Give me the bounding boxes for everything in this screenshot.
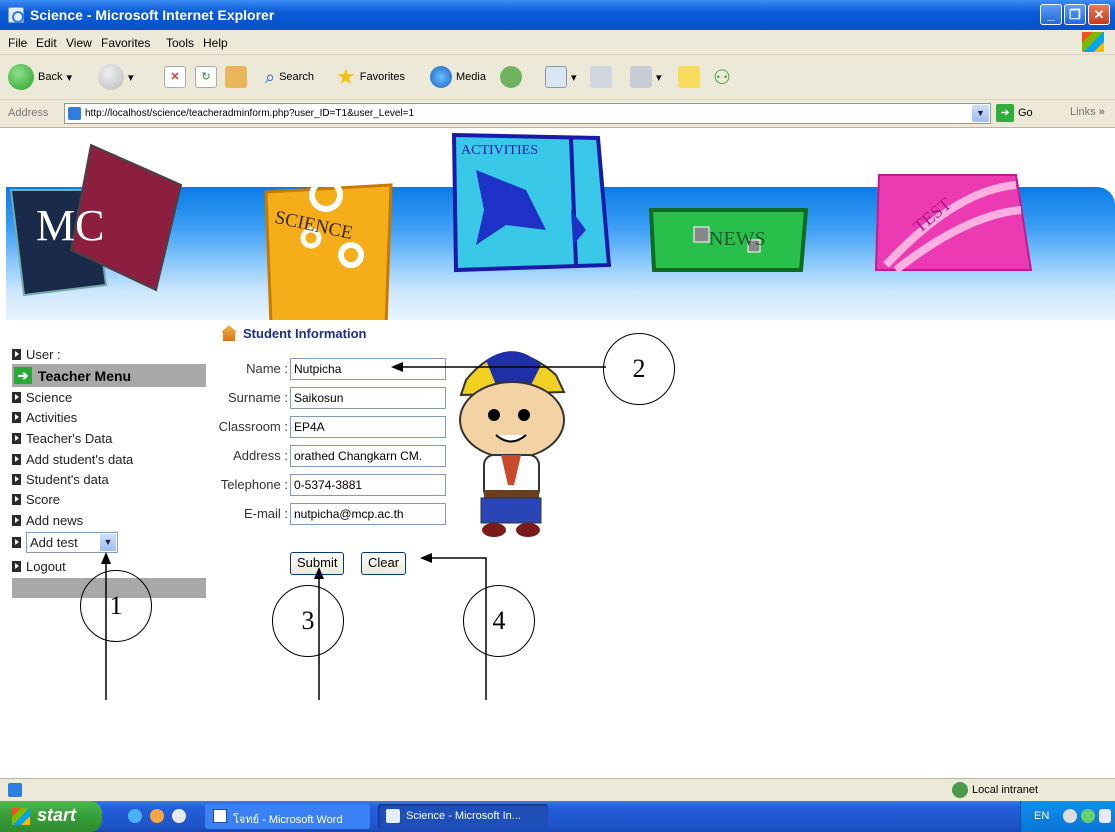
intranet-icon [952, 782, 968, 798]
mail-button[interactable]: ▾ [545, 62, 577, 92]
star-icon: ★ [336, 64, 356, 89]
tray-icon-1[interactable] [1063, 809, 1077, 823]
site-banner: MC SCIENCE ACTIVITIES NEWS TEST [6, 130, 1115, 320]
home-icon [225, 66, 247, 88]
menu-edit[interactable]: Edit [36, 36, 57, 50]
status-bar: Local intranet [0, 778, 1115, 801]
print-icon [590, 66, 612, 88]
address-url: http://localhost/science/teacheradminfor… [85, 108, 415, 119]
ie-icon [8, 7, 24, 23]
back-arrow-icon [8, 64, 34, 90]
stop-icon: ✕ [164, 66, 186, 88]
callout-3: 3 [272, 585, 344, 657]
taskbar-item-word[interactable]: โจทย์ - Microsoft Word [205, 804, 370, 829]
taskbar: start โจทย์ - Microsoft Word Science - M… [0, 801, 1115, 832]
taskbar-item-ie[interactable]: Science - Microsoft In... [378, 804, 548, 829]
callout-2: 2 [603, 333, 675, 405]
tray-icon-2[interactable] [1081, 809, 1095, 823]
address-input[interactable]: http://localhost/science/teacheradminfor… [64, 103, 991, 124]
maximize-button[interactable]: ❐ [1064, 4, 1086, 25]
test-book-icon [874, 174, 1033, 274]
refresh-button[interactable]: ↻ [195, 62, 217, 92]
callout-1: 1 [80, 570, 152, 642]
home-button[interactable] [225, 62, 247, 92]
search-icon: ⌕ [265, 66, 276, 87]
close-button[interactable]: ✕ [1088, 4, 1110, 25]
media-button[interactable]: Media [430, 62, 486, 92]
activities-label[interactable]: ACTIVITIES [461, 143, 538, 159]
refresh-icon: ↻ [195, 66, 217, 88]
forward-arrow-icon [98, 64, 124, 90]
form-header: Student Information [221, 325, 367, 341]
word-icon [213, 809, 227, 823]
banner-graphics [9, 132, 1033, 320]
menu-view[interactable]: View [66, 36, 92, 50]
search-button[interactable]: ⌕ Search [265, 62, 314, 92]
discuss-icon [678, 66, 700, 88]
history-button[interactable] [500, 62, 522, 92]
quicklaunch-browser-icon[interactable] [150, 809, 164, 823]
edit-button[interactable]: ▾ [630, 62, 662, 92]
start-button[interactable]: start [0, 801, 102, 832]
page-status-icon [8, 783, 22, 797]
mail-icon [545, 66, 567, 88]
menu-bar: File Edit View Favorites Tools Help [0, 30, 1115, 55]
page-icon [68, 107, 81, 120]
title-bar[interactable]: Science - Microsoft Internet Explorer _ … [0, 0, 1115, 30]
messenger-button[interactable]: ⚇ [713, 62, 731, 92]
toolbar: Back ▾ ▾ ✕ ↻ ⌕ Search ★ Favorites Media ▾ ▾… [0, 55, 1115, 100]
menu-tools[interactable]: Tools [166, 36, 194, 50]
forward-button[interactable]: ▾ [98, 62, 134, 92]
news-label[interactable]: NEWS [709, 228, 766, 251]
print-button[interactable] [590, 62, 612, 92]
page-content: MC SCIENCE ACTIVITIES NEWS TEST User : ➔… [6, 130, 1115, 778]
favorites-button[interactable]: ★ Favorites [336, 62, 405, 92]
media-icon [430, 66, 452, 88]
minimize-button[interactable]: _ [1040, 4, 1062, 25]
language-indicator[interactable]: EN [1034, 810, 1049, 822]
history-icon [500, 66, 522, 88]
ie-task-icon [386, 809, 400, 823]
discuss-button[interactable] [678, 62, 700, 92]
system-tray: EN [1020, 801, 1115, 832]
menu-favorites[interactable]: Favorites [101, 36, 150, 50]
go-arrow-icon: ➔ [996, 104, 1014, 122]
back-button[interactable]: Back ▾ [8, 62, 72, 92]
quicklaunch-media-icon[interactable] [172, 809, 186, 823]
messenger-icon: ⚇ [713, 66, 731, 89]
edit-icon [630, 66, 652, 88]
logo-text: MC [36, 201, 105, 250]
browser-window: Science - Microsoft Internet Explorer _ … [0, 0, 1115, 832]
menu-file[interactable]: File [8, 36, 27, 50]
window-title: Science - Microsoft Internet Explorer [30, 7, 275, 23]
windows-flag-icon [12, 808, 30, 825]
callout-arrows [101, 362, 606, 700]
address-bar: Address http://localhost/science/teacher… [0, 100, 1115, 128]
science-book-icon [264, 178, 393, 320]
address-dropdown-icon[interactable]: ▼ [972, 105, 989, 122]
tray-shield-icon[interactable] [1099, 809, 1111, 823]
form-title: Student Information [243, 325, 367, 341]
home-icon [221, 325, 237, 341]
callout-4: 4 [463, 585, 535, 657]
windows-logo-icon [1082, 32, 1104, 52]
zone-label: Local intranet [972, 784, 1039, 796]
go-button[interactable]: ➔ Go [996, 104, 1033, 122]
menu-help[interactable]: Help [203, 36, 228, 50]
links-button[interactable]: Links » [1070, 106, 1105, 118]
stop-button[interactable]: ✕ [164, 62, 186, 92]
address-label: Address [8, 107, 49, 119]
quicklaunch-ie-icon[interactable] [128, 809, 142, 823]
